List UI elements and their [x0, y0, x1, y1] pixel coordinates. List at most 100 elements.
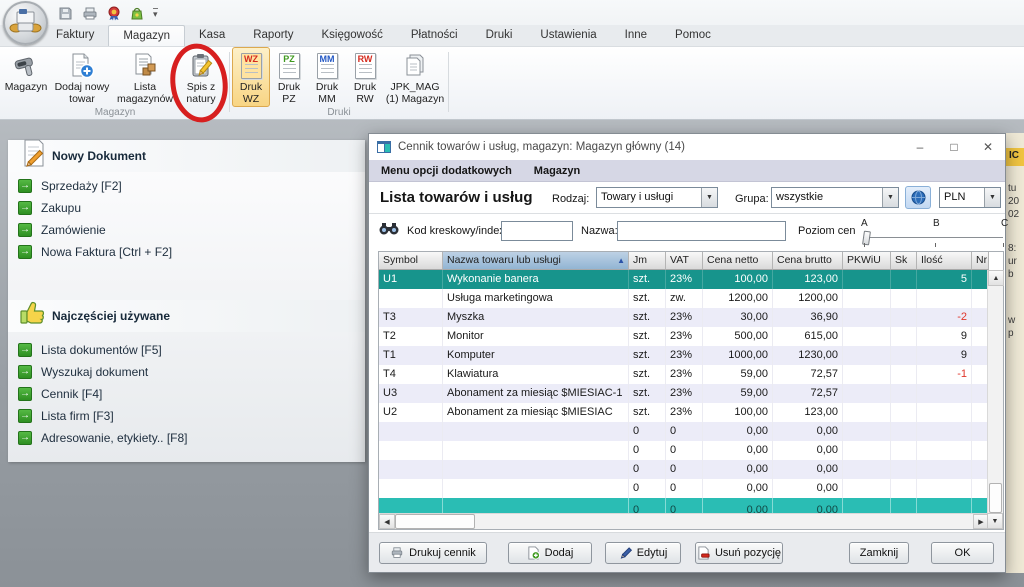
- tab-raporty[interactable]: Raporty: [239, 25, 307, 46]
- table-cell: 0: [629, 479, 666, 498]
- sidebar-item-wyszukaj-dokument[interactable]: →Wyszukaj dokument: [18, 362, 148, 382]
- tab-inne[interactable]: Inne: [611, 25, 661, 46]
- druk-wz-button[interactable]: WZ Druk WZ: [232, 47, 270, 107]
- table-cell: 23%: [666, 327, 703, 346]
- sidebar-item-zamowienie[interactable]: →Zamówienie: [18, 220, 106, 240]
- currency-select[interactable]: PLN▼: [939, 187, 1001, 208]
- green-arrow-icon: →: [18, 365, 32, 379]
- maximize-button[interactable]: □: [937, 134, 971, 160]
- druk-pz-button[interactable]: PZ Druk PZ: [270, 47, 308, 107]
- scroll-left-icon[interactable]: ◀: [379, 514, 395, 529]
- table-cell: [843, 422, 891, 441]
- druk-rw-button[interactable]: RW Druk RW: [346, 47, 384, 107]
- print-icon[interactable]: [82, 6, 98, 21]
- save-icon[interactable]: [58, 6, 73, 21]
- ok-button[interactable]: OK: [931, 542, 994, 564]
- tab-pomoc[interactable]: Pomoc: [661, 25, 725, 46]
- table-row[interactable]: T2Monitorszt.23%500,00615,009: [379, 327, 1003, 346]
- table-cell: 1000,00: [703, 346, 773, 365]
- table-cell: 1200,00: [773, 289, 843, 308]
- druk-mm-button[interactable]: MM Druk MM: [308, 47, 346, 107]
- sidebar-panel: Nowy Dokument →Sprzedaży [F2] →Zakupu →Z…: [8, 140, 365, 462]
- table-cell: [443, 441, 629, 460]
- tab-ksiegowosc[interactable]: Księgowość: [308, 25, 397, 46]
- tab-magazyn[interactable]: Magazyn: [108, 25, 185, 46]
- certificate-icon[interactable]: [107, 6, 121, 21]
- horizontal-scrollbar[interactable]: ◀ ▶: [379, 513, 989, 529]
- menu-opcje-dodatkowe[interactable]: Menu opcji dodatkowych: [381, 165, 512, 177]
- table-cell: [891, 384, 917, 403]
- scroll-up-icon[interactable]: ▲: [988, 270, 1004, 286]
- table-header-row: SymbolNazwa towaru lub usługi▲JmVATCena …: [379, 252, 1003, 270]
- drukuj-cennik-button[interactable]: Drukuj cennik: [379, 542, 487, 564]
- tab-druki[interactable]: Druki: [472, 25, 527, 46]
- horizontal-scroll-thumb[interactable]: [395, 514, 475, 529]
- globe-button[interactable]: [905, 186, 931, 209]
- magazyn-button[interactable]: Magazyn: [2, 47, 50, 95]
- vertical-scrollbar[interactable]: ▲: [987, 270, 1003, 515]
- rodzaj-select[interactable]: Towary i usługi▼: [596, 187, 718, 208]
- table-row[interactable]: 000,000,00: [379, 460, 1003, 479]
- column-header[interactable]: Cena brutto: [773, 252, 843, 270]
- dodaj-nowy-towar-button[interactable]: Dodaj nowy towar: [50, 47, 114, 107]
- slider-mark-c: C: [1001, 218, 1008, 229]
- table-row[interactable]: 000,000,00: [379, 422, 1003, 441]
- table-cell: szt.: [629, 365, 666, 384]
- table-cell: 123,00: [773, 270, 843, 289]
- edytuj-button[interactable]: Edytuj: [605, 542, 681, 564]
- minimize-button[interactable]: –: [903, 134, 937, 160]
- vertical-scroll-thumb[interactable]: [989, 483, 1002, 513]
- sidebar-item-nowa-faktura[interactable]: →Nowa Faktura [Ctrl + F2]: [18, 242, 172, 262]
- ribbon-group-separator: [448, 52, 449, 112]
- table-row[interactable]: T3Myszkaszt.23%30,0036,90-2: [379, 308, 1003, 327]
- zamknij-button[interactable]: Zamknij: [849, 542, 909, 564]
- column-header[interactable]: Nr fa: [972, 252, 989, 270]
- table-row[interactable]: 000,000,00: [379, 479, 1003, 498]
- sidebar-item-cennik[interactable]: →Cennik [F4]: [18, 384, 102, 404]
- sidebar-item-lista-dokumentow[interactable]: →Lista dokumentów [F5]: [18, 340, 162, 360]
- table-row[interactable]: Usługa marketingowaszt.zw.1200,001200,00: [379, 289, 1003, 308]
- kod-input[interactable]: [501, 221, 573, 241]
- sidebar-item-zakupu[interactable]: →Zakupu: [18, 198, 81, 218]
- price-level-slider[interactable]: A B C: [857, 214, 1007, 249]
- menu-magazyn[interactable]: Magazyn: [534, 165, 580, 177]
- dialog-header: Lista towarów i usług Rodzaj: Towary i u…: [369, 182, 1005, 214]
- column-header[interactable]: Jm: [629, 252, 666, 270]
- close-button[interactable]: ✕: [971, 134, 1005, 160]
- table-row[interactable]: U3Abonament za miesiąc $MIESIAC-1szt.23%…: [379, 384, 1003, 403]
- table-row[interactable]: 000,000,00: [379, 441, 1003, 460]
- column-header[interactable]: PKWiU: [843, 252, 891, 270]
- column-header[interactable]: Cena netto: [703, 252, 773, 270]
- customize-toolbar-icon[interactable]: ▾: [153, 8, 158, 18]
- nazwa-input[interactable]: [617, 221, 786, 241]
- table-row[interactable]: T1Komputerszt.23%1000,001230,009: [379, 346, 1003, 365]
- column-header[interactable]: Symbol: [379, 252, 443, 270]
- sidebar-item-adresowanie[interactable]: →Adresowanie, etykiety.. [F8]: [18, 428, 188, 448]
- table-cell: 0,00: [703, 479, 773, 498]
- sidebar-item-sprzedazy[interactable]: →Sprzedaży [F2]: [18, 176, 122, 196]
- column-header[interactable]: Ilość: [917, 252, 972, 270]
- table-row[interactable]: U1Wykonanie baneraszt.23%100,00123,005: [379, 270, 1003, 289]
- tab-platnosci[interactable]: Płatności: [397, 25, 472, 46]
- basket-icon[interactable]: [130, 6, 144, 21]
- table-cell: 615,00: [773, 327, 843, 346]
- grupa-select[interactable]: wszystkie▼: [771, 187, 899, 208]
- dialog-title-bar[interactable]: Cennik towarów i usług, magazyn: Magazyn…: [369, 134, 1005, 160]
- column-header[interactable]: Sk: [891, 252, 917, 270]
- spis-z-natury-button[interactable]: Spis z natury: [176, 47, 226, 107]
- tab-ustawienia[interactable]: Ustawienia: [526, 25, 610, 46]
- lista-magazynow-button[interactable]: Lista magazynów: [114, 47, 176, 107]
- usun-pozycje-button[interactable]: Usuń pozycję: [695, 542, 783, 564]
- scroll-down-icon[interactable]: ▼: [987, 513, 1003, 529]
- jpk-mag-button[interactable]: JPK_MAG (1) Magazyn: [384, 47, 446, 107]
- tab-faktury[interactable]: Faktury: [42, 25, 108, 46]
- dodaj-button[interactable]: Dodaj: [508, 542, 592, 564]
- table-cell: T1: [379, 346, 443, 365]
- column-header[interactable]: Nazwa towaru lub usługi▲: [443, 252, 629, 270]
- sidebar-item-lista-firm[interactable]: →Lista firm [F3]: [18, 406, 114, 426]
- table-row[interactable]: T4Klawiaturaszt.23%59,0072,57-1: [379, 365, 1003, 384]
- tab-kasa[interactable]: Kasa: [185, 25, 239, 46]
- column-header[interactable]: VAT: [666, 252, 703, 270]
- table-row[interactable]: U2Abonament za miesiąc $MIESIACszt.23%10…: [379, 403, 1003, 422]
- app-logo[interactable]: [3, 1, 48, 45]
